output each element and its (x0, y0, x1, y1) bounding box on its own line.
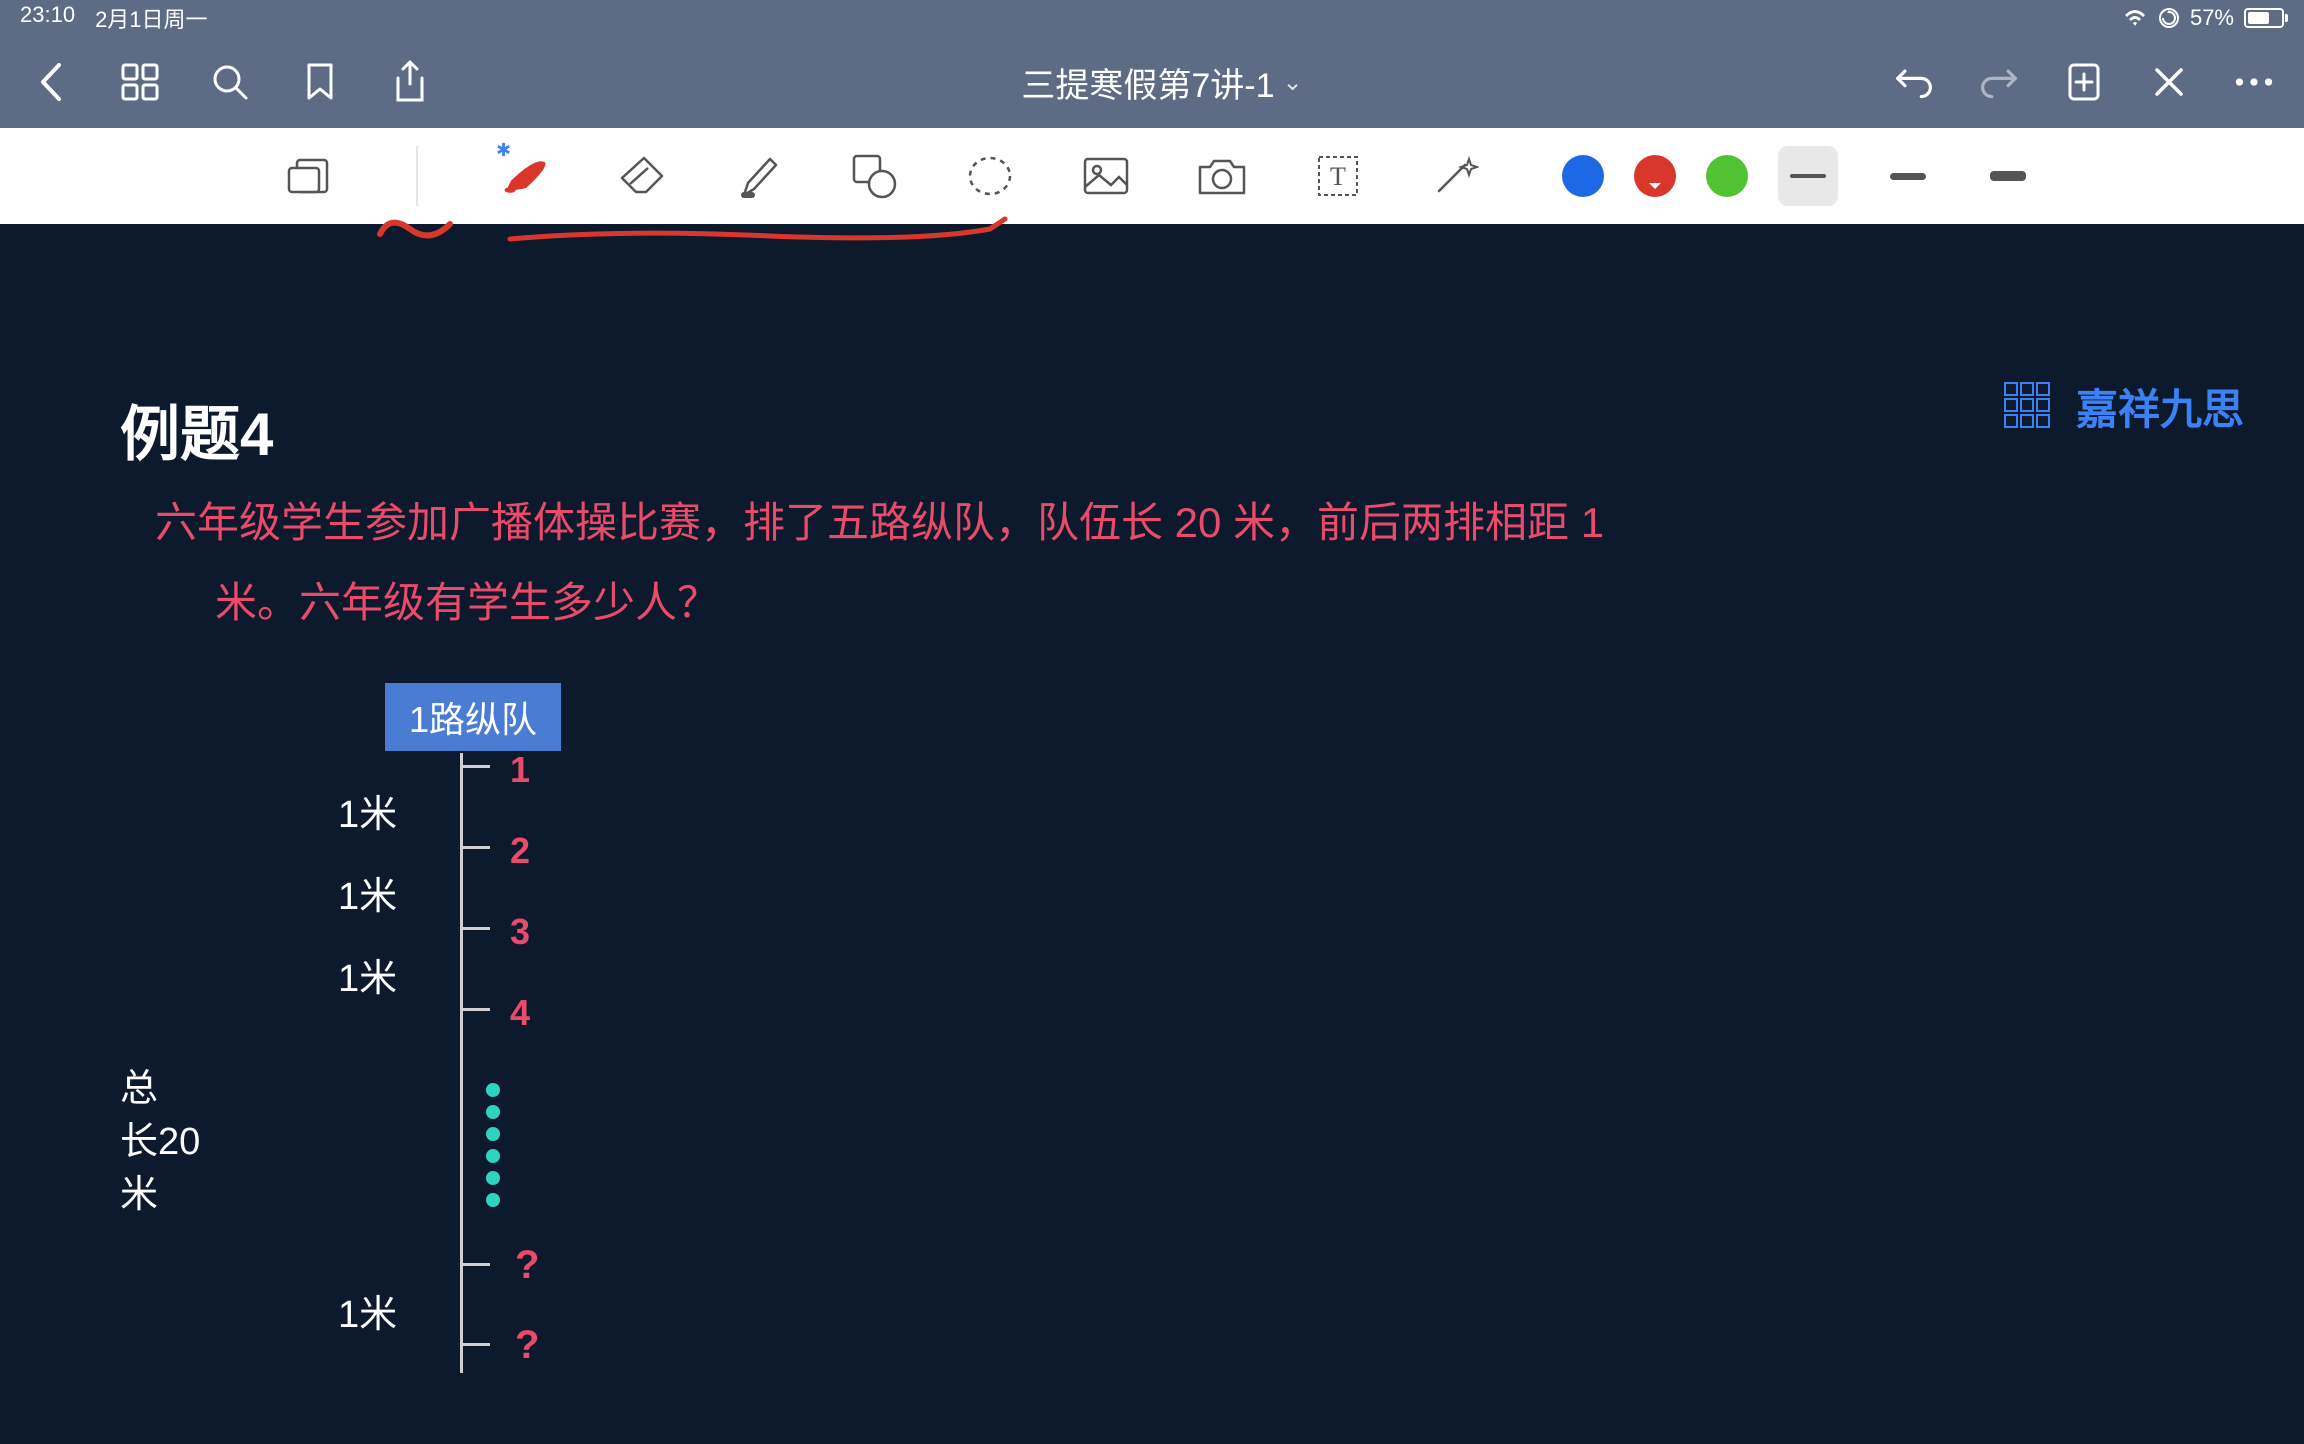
total-length-label: 总 长20 米 (120, 1063, 200, 1223)
question-mark: ? (515, 1243, 539, 1288)
eraser-tool[interactable] (614, 148, 670, 204)
pen-tool[interactable]: ✱ (498, 148, 554, 204)
search-button[interactable] (210, 62, 250, 102)
tick (460, 1343, 490, 1346)
ellipsis-dots (486, 1083, 500, 1207)
question-mark: ? (515, 1323, 539, 1368)
tick (460, 765, 490, 768)
tick (460, 846, 490, 849)
position-number: 4 (510, 992, 530, 1034)
svg-text:T: T (1330, 162, 1346, 191)
brand-logo-icon (2004, 382, 2064, 432)
status-date: 2月1日周一 (95, 2, 207, 34)
status-bar: 23:10 2月1日周一 57% (0, 0, 2304, 36)
gap-label: 1米 (338, 947, 397, 1002)
color-red-selected[interactable] (1634, 155, 1676, 197)
nav-bar: 三提寒假第7讲-1 ⌄ (0, 36, 2304, 128)
tick (460, 927, 490, 930)
brand-watermark: 嘉祥九思 (2004, 376, 2244, 437)
slide-content: 嘉祥九思 例题4 六年级学生参加广播体操比赛，排了五路纵队，队伍长 20 米，前… (0, 326, 2304, 1383)
more-button[interactable] (2234, 62, 2274, 102)
redo-button[interactable] (1979, 62, 2019, 102)
tool-toolbar: ✱ T (0, 128, 2304, 224)
gap-label: 1米 (338, 865, 397, 920)
view-mode-button[interactable] (280, 148, 336, 204)
shape-tool[interactable] (846, 148, 902, 204)
wifi-icon (2122, 8, 2148, 28)
tick (460, 1263, 490, 1266)
thickness-thick[interactable] (1978, 146, 2038, 206)
example-title: 例题4 (0, 386, 2304, 473)
document-title[interactable]: 三提寒假第7讲-1 ⌄ (430, 58, 1894, 107)
grid-view-button[interactable] (120, 62, 160, 102)
share-button[interactable] (390, 62, 430, 102)
image-tool[interactable] (1078, 148, 1134, 204)
battery-icon (2244, 8, 2284, 28)
magic-tool[interactable] (1426, 148, 1482, 204)
undo-button[interactable] (1894, 62, 1934, 102)
annotation-strip (0, 224, 2304, 276)
add-page-button[interactable] (2064, 62, 2104, 102)
color-green[interactable] (1706, 155, 1748, 197)
bluetooth-indicator: ✱ (496, 140, 511, 161)
color-blue[interactable] (1562, 155, 1604, 197)
chevron-down-icon: ⌄ (1283, 68, 1303, 97)
position-number: 3 (510, 911, 530, 953)
position-number: 1 (510, 749, 530, 791)
column-header-label: 1路纵队 (385, 683, 561, 751)
gap-label: 1米 (338, 1283, 397, 1338)
lasso-tool[interactable] (962, 148, 1018, 204)
camera-tool[interactable] (1194, 148, 1250, 204)
close-button[interactable] (2149, 62, 2189, 102)
position-number: 2 (510, 830, 530, 872)
status-time: 23:10 (20, 2, 75, 34)
thickness-thin[interactable] (1778, 146, 1838, 206)
back-button[interactable] (30, 62, 70, 102)
battery-percent: 57% (2190, 5, 2234, 31)
highlighter-tool[interactable] (730, 148, 786, 204)
gap-label: 1米 (338, 783, 397, 838)
red-scribble (370, 204, 1070, 264)
problem-statement: 六年级学生参加广播体操比赛，排了五路纵队，队伍长 20 米，前后两排相距 1 米… (0, 483, 2304, 643)
rotation-lock-icon (2158, 7, 2180, 29)
text-tool[interactable]: T (1310, 148, 1366, 204)
thickness-medium[interactable] (1878, 146, 1938, 206)
brand-text: 嘉祥九思 (2076, 376, 2244, 437)
bookmark-button[interactable] (300, 62, 340, 102)
tick (460, 1008, 490, 1011)
diagram: 1路纵队 总 长20 米 1米 1米 1米 1米 1 2 3 4 ? ? (120, 683, 2304, 1383)
